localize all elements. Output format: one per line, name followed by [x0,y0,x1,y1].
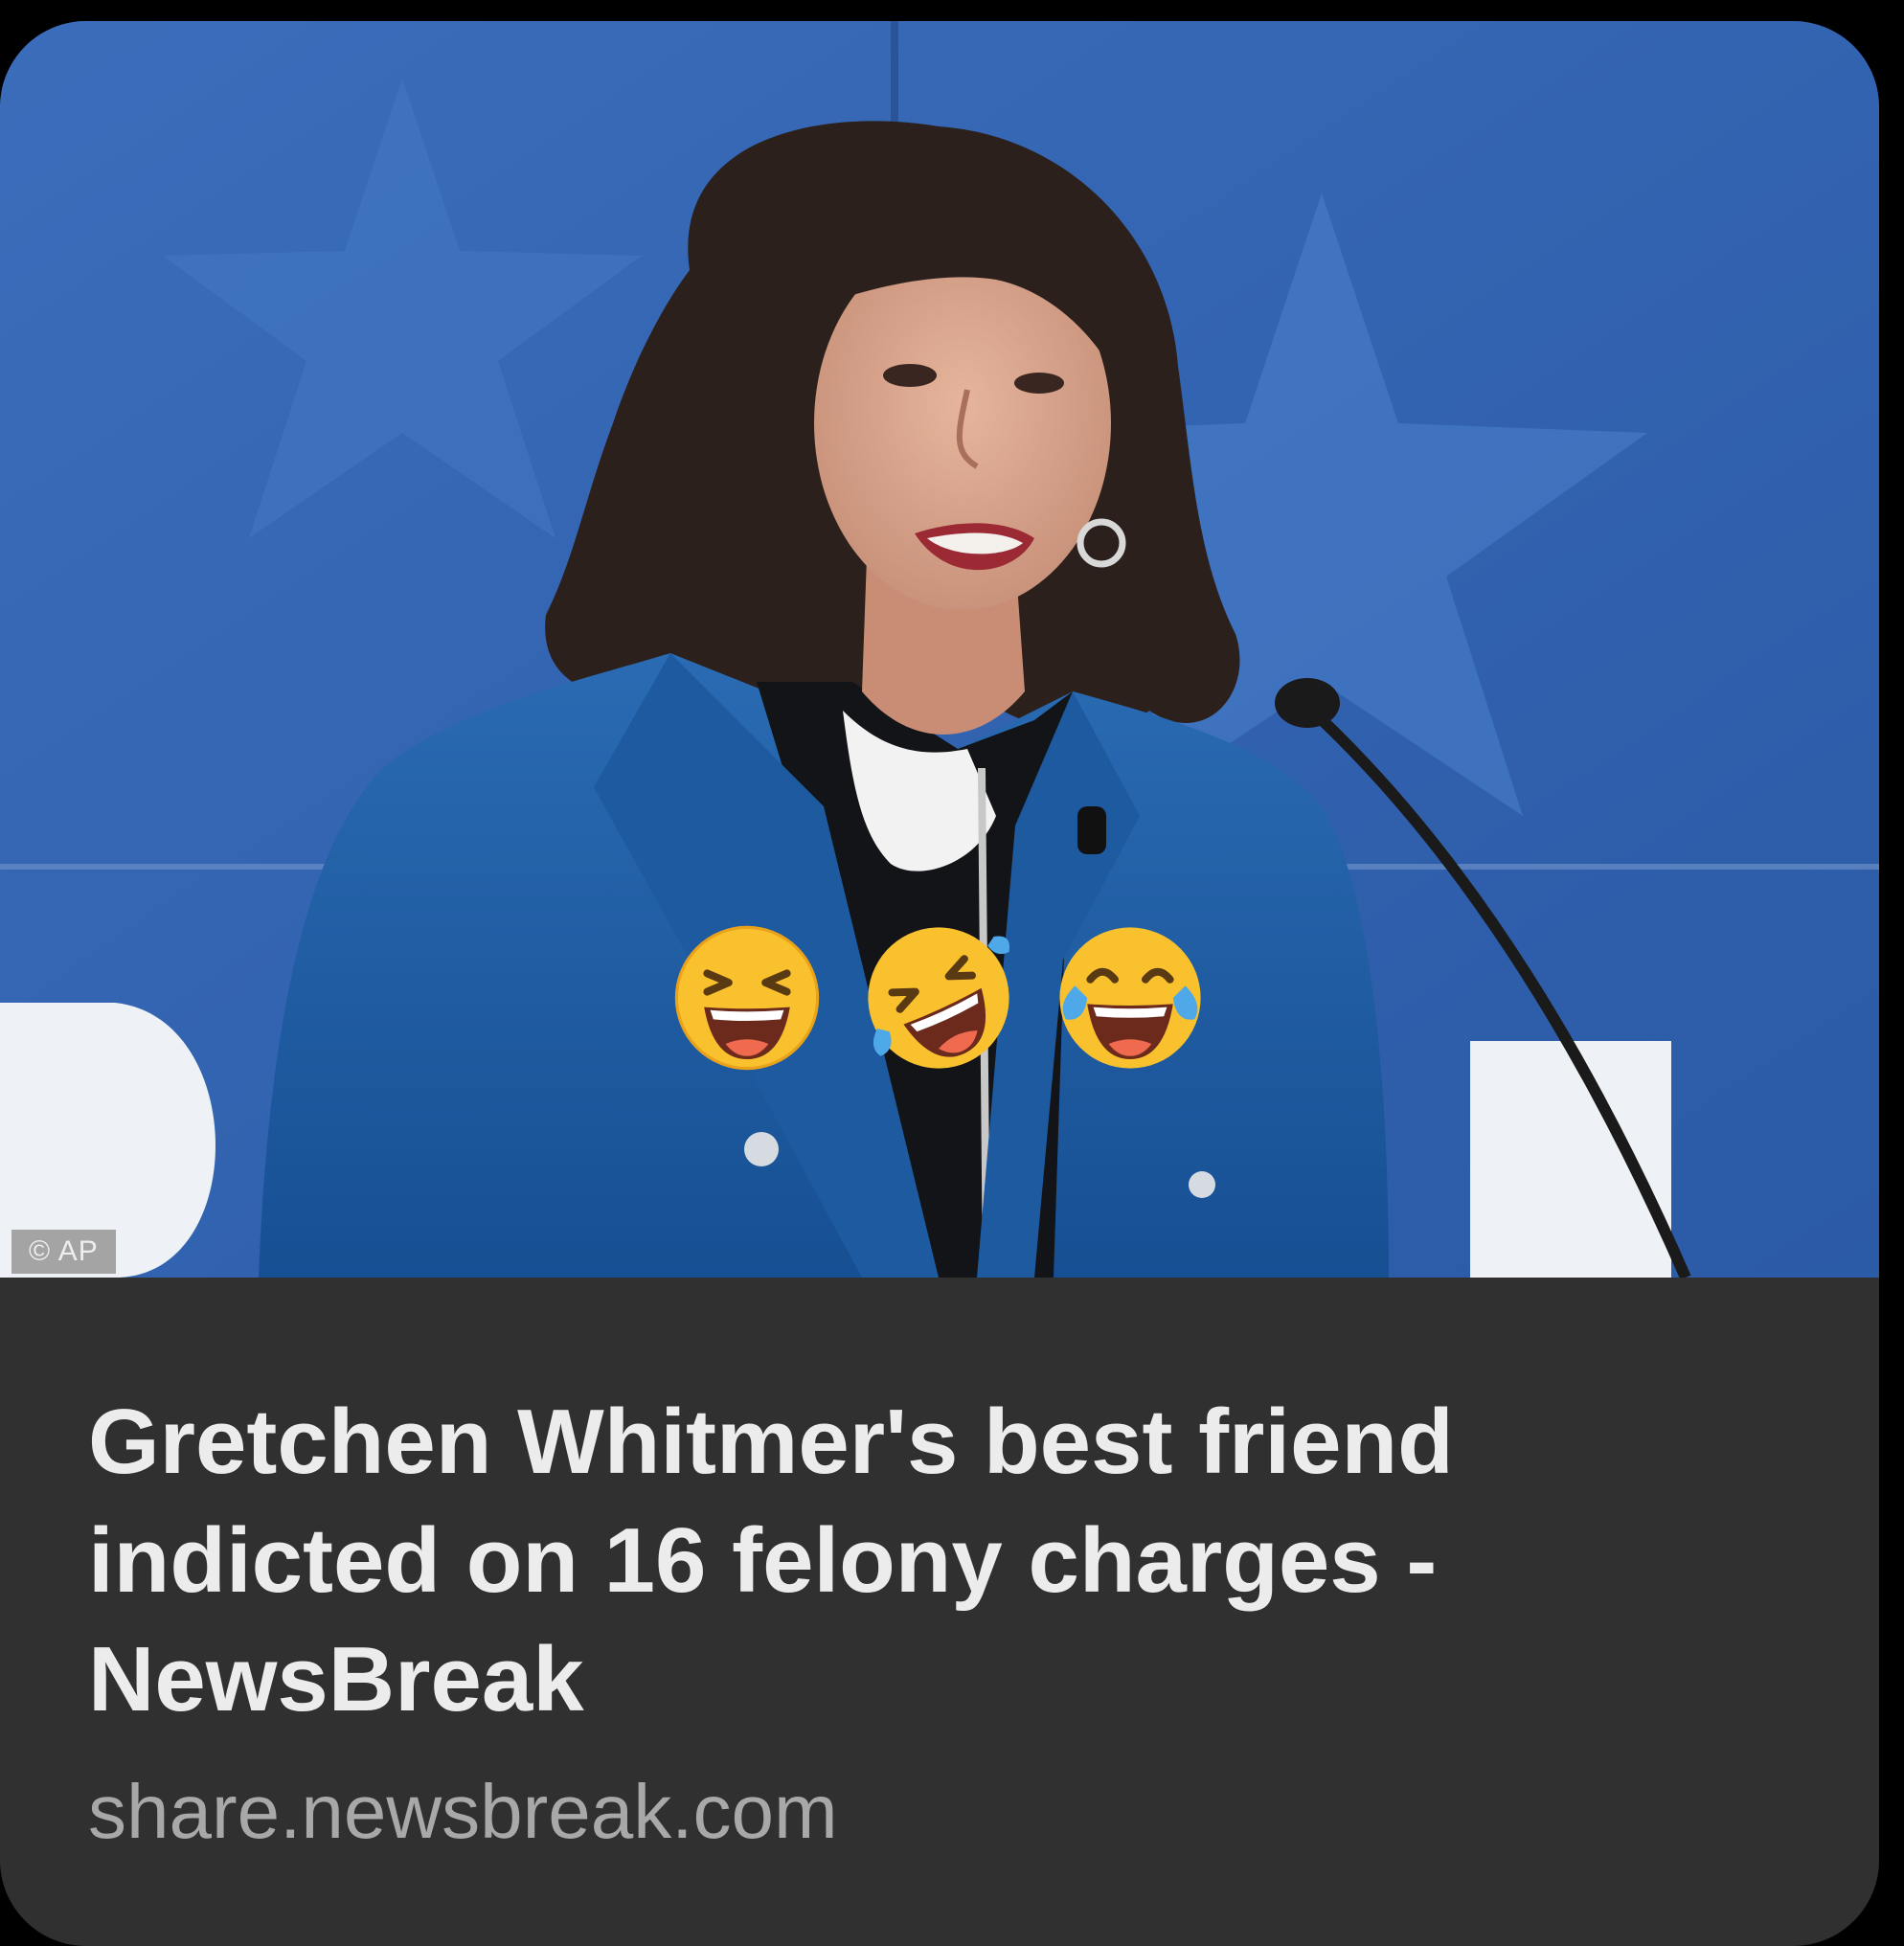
preview-text-area[interactable]: Gretchen Whitmer's best friend indicted … [0,1278,1879,1946]
rolling-on-floor-laughing-emoji-icon [862,921,1015,1075]
emoji-reactions [670,921,1207,1084]
laughing-emoji-icon [670,921,824,1075]
link-preview-card[interactable]: © AP Gretchen Whitmer's best friend indi… [0,21,1879,1946]
source-domain: share.newsbreak.com [88,1769,838,1854]
news-photo [0,21,1879,1278]
tears-of-joy-emoji-icon [1054,921,1207,1075]
article-headline[interactable]: Gretchen Whitmer's best friend indicted … [88,1383,1716,1739]
preview-thumbnail[interactable]: © AP [0,21,1879,1278]
photo-credit: © AP [11,1230,116,1274]
